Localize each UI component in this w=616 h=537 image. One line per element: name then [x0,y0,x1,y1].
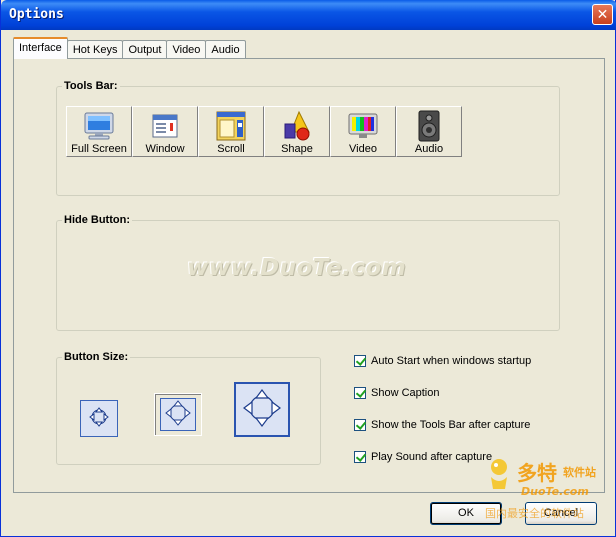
logo-sub: 软件站 [563,466,596,479]
tool-label: Full Screen [71,143,127,155]
watermark-text: www.DuoTe.com [187,255,407,281]
duote-logo: 多特 软件站 DuoTe.com 国内最安全的软件站 [479,455,609,525]
move-arrows-icon [241,387,283,432]
full-screen-tool-button[interactable]: Full Screen [66,106,132,157]
logo-brand: 多特 [517,461,557,485]
shape-tool-button[interactable]: Shape [264,106,330,157]
title-bar[interactable]: Options ✕ [1,0,616,30]
show-toolbar-option[interactable]: Show the Tools Bar after capture [354,419,530,431]
monitor-icon [82,109,116,143]
medium-size-button[interactable] [154,393,202,436]
tab-video[interactable]: Video [166,40,207,59]
tools-bar: Full Screen Window Scroll Shape Video Au… [66,106,462,157]
logo-tagline: 国内最安全的软件站 [485,507,584,520]
move-arrows-icon [88,406,110,431]
tool-label: Window [145,143,185,155]
large-size-button[interactable] [234,382,290,437]
auto-start-option[interactable]: Auto Start when windows startup [354,355,531,367]
play-sound-label: Play Sound after capture [371,451,493,463]
tool-label: Video [349,143,377,155]
shapes-icon [280,109,314,143]
tab-strip: Interface Hot Keys Output Video Audio [13,37,246,59]
tab-interface[interactable]: Interface [13,37,68,59]
tool-label: Scroll [217,143,245,155]
play-sound-checkbox[interactable] [354,451,366,463]
tool-label: Shape [281,143,313,155]
tools-bar-group: Tools Bar: Full Screen Window Scroll Sha… [56,80,560,196]
speaker-icon [412,109,446,143]
tv-icon [346,109,380,143]
scroll-icon [214,109,248,143]
show-toolbar-label: Show the Tools Bar after capture [371,419,531,431]
window-icon [148,109,182,143]
tool-label: Audio [414,143,444,155]
medium-size-face [160,398,196,431]
show-caption-label: Show Caption [371,387,440,399]
move-arrows-icon [164,399,192,430]
show-toolbar-checkbox[interactable] [354,419,366,431]
button-size-legend: Button Size: [64,351,129,363]
play-sound-option[interactable]: Play Sound after capture [354,451,492,463]
tab-output[interactable]: Output [122,40,168,59]
tools-bar-legend: Tools Bar: [64,80,118,92]
show-caption-option[interactable]: Show Caption [354,387,440,399]
window-title: Options [9,7,64,22]
auto-start-label: Auto Start when windows startup [371,355,532,367]
video-tool-button[interactable]: Video [330,106,396,157]
options-dialog: Options ✕ Interface Hot Keys Output Vide… [0,0,616,537]
tab-hot-keys[interactable]: Hot Keys [66,40,124,59]
show-caption-checkbox[interactable] [354,387,366,399]
audio-tool-button[interactable]: Audio [396,106,462,157]
window-tool-button[interactable]: Window [132,106,198,157]
close-button[interactable]: ✕ [592,4,613,25]
hide-button-legend: Hide Button: [64,214,130,226]
small-size-button[interactable] [80,400,118,437]
tab-audio[interactable]: Audio [205,40,246,59]
scroll-tool-button[interactable]: Scroll [198,106,264,157]
close-icon: ✕ [596,6,609,22]
auto-start-checkbox[interactable] [354,355,366,367]
logo-url: DuoTe.com [521,485,589,498]
